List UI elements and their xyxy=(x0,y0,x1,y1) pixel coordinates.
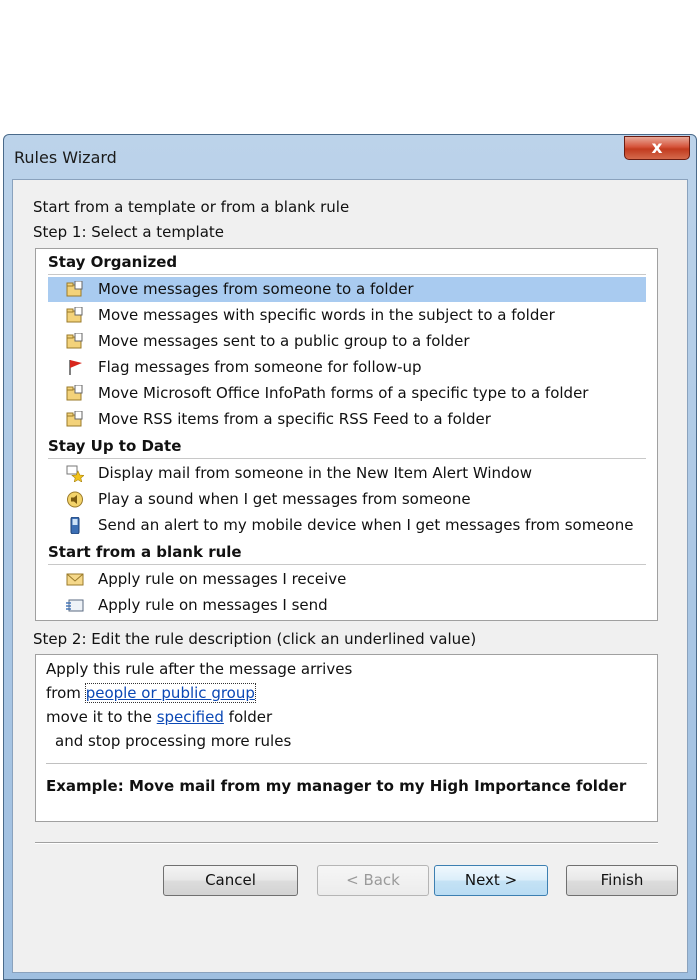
back-button[interactable]: < Back xyxy=(317,865,429,896)
folder-move-icon xyxy=(66,333,83,349)
button-divider xyxy=(35,842,658,844)
template-item-label: Move RSS items from a specific RSS Feed … xyxy=(98,410,491,428)
desc-line-3-prefix: move it to the xyxy=(46,708,157,726)
intro-text: Start from a template or from a blank ru… xyxy=(33,198,350,216)
desc-line-3: move it to the specified folder xyxy=(46,708,272,726)
folder-move-icon xyxy=(66,307,83,323)
specified-folder-link[interactable]: specified xyxy=(157,708,224,726)
desc-line-2-prefix: from xyxy=(46,684,86,702)
red-flag-icon xyxy=(69,360,82,375)
envelope-icon xyxy=(66,573,84,586)
speaker-icon xyxy=(67,491,83,508)
group-heading-stay-up-to-date: Stay Up to Date xyxy=(48,434,646,459)
template-item-label: Apply rule on messages I send xyxy=(98,596,328,614)
folder-move-icon xyxy=(66,385,83,401)
template-item-label: Move messages with specific words in the… xyxy=(98,306,555,324)
desc-line-3-suffix: folder xyxy=(223,708,273,726)
cancel-button[interactable]: Cancel xyxy=(163,865,298,896)
template-item-move-from-someone[interactable]: Move messages from someone to a folder xyxy=(48,277,646,302)
close-icon: x xyxy=(651,138,663,158)
dialog-body: Start from a template or from a blank ru… xyxy=(12,179,688,973)
desc-line-2: from people or public group xyxy=(46,683,256,703)
template-item-flag-followup[interactable]: Flag messages from someone for follow-up xyxy=(48,355,646,380)
title-bar[interactable]: Rules Wizard x xyxy=(4,135,696,179)
template-item-label: Move Microsoft Office InfoPath forms of … xyxy=(98,384,589,402)
group-heading-blank-rule: Start from a blank rule xyxy=(48,540,646,565)
template-item-new-item-alert[interactable]: Display mail from someone in the New Ite… xyxy=(48,461,646,486)
template-item-play-sound[interactable]: Play a sound when I get messages from so… xyxy=(48,487,646,512)
template-item-label: Display mail from someone in the New Ite… xyxy=(98,464,532,482)
template-item-label: Move messages sent to a public group to … xyxy=(98,332,470,350)
window-title: Rules Wizard xyxy=(14,148,117,167)
finish-button[interactable]: Finish xyxy=(566,865,678,896)
template-item-mobile-alert[interactable]: Send an alert to my mobile device when I… xyxy=(48,513,646,538)
close-button[interactable]: x xyxy=(624,136,690,160)
template-item-label: Send an alert to my mobile device when I… xyxy=(98,516,634,534)
step1-label: Step 1: Select a template xyxy=(33,223,225,241)
template-item-move-specific-words[interactable]: Move messages with specific words in the… xyxy=(48,303,646,328)
template-item-label: Play a sound when I get messages from so… xyxy=(98,490,471,508)
template-list[interactable]: Stay Organized Move messages from someon… xyxy=(35,248,658,621)
template-item-apply-on-receive[interactable]: Apply rule on messages I receive xyxy=(48,567,646,592)
template-item-label: Move messages from someone to a folder xyxy=(98,280,414,298)
rules-wizard-dialog: Rules Wizard x Start from a template or … xyxy=(3,134,697,980)
desc-line-4: and stop processing more rules xyxy=(55,732,292,750)
example-text: Example: Move mail from my manager to my… xyxy=(46,777,627,795)
rule-description-box: Apply this rule after the message arrive… xyxy=(35,654,658,822)
template-item-move-public-group[interactable]: Move messages sent to a public group to … xyxy=(48,329,646,354)
template-item-label: Flag messages from someone for follow-up xyxy=(98,358,422,376)
template-item-move-rss[interactable]: Move RSS items from a specific RSS Feed … xyxy=(48,407,646,432)
template-item-move-infopath[interactable]: Move Microsoft Office InfoPath forms of … xyxy=(48,381,646,406)
step2-label: Step 2: Edit the rule description (click… xyxy=(33,630,477,648)
next-button[interactable]: Next > xyxy=(434,865,548,896)
mobile-device-icon xyxy=(70,517,80,534)
template-item-apply-on-send[interactable]: Apply rule on messages I send xyxy=(48,593,646,618)
group-heading-stay-organized: Stay Organized xyxy=(48,250,646,275)
send-envelope-icon xyxy=(66,599,84,612)
people-or-public-group-link[interactable]: people or public group xyxy=(84,683,256,703)
folder-move-icon xyxy=(66,411,83,427)
desc-line-1: Apply this rule after the message arrive… xyxy=(46,660,353,678)
folder-move-icon xyxy=(66,281,83,297)
desc-divider xyxy=(46,763,647,764)
template-item-label: Apply rule on messages I receive xyxy=(98,570,347,588)
alert-star-icon xyxy=(66,465,84,482)
